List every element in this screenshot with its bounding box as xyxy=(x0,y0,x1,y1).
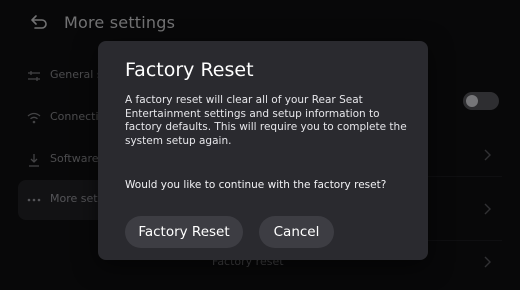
more-settings-screen: More settings General settings Connectio… xyxy=(0,0,520,290)
factory-reset-button[interactable]: Factory Reset xyxy=(125,216,243,248)
factory-reset-dialog: Factory Reset A factory reset will clear… xyxy=(98,41,428,260)
dialog-message: A factory reset will clear all of your R… xyxy=(125,94,407,147)
dialog-question: Would you like to continue with the fact… xyxy=(125,179,387,191)
cancel-button[interactable]: Cancel xyxy=(259,216,334,248)
dialog-title: Factory Reset xyxy=(125,59,254,81)
